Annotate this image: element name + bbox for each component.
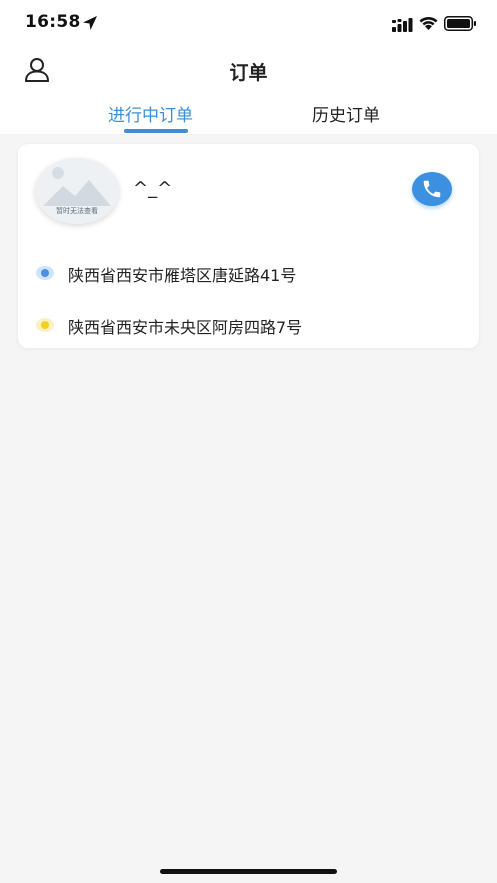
avatar-caption: 暂时无法查看: [56, 207, 98, 215]
phone-icon: [423, 180, 441, 198]
driver-name: ^_^: [133, 178, 173, 199]
active-tab-indicator: [124, 129, 188, 133]
wifi-icon: [419, 16, 438, 30]
status-bar: 16:58: [0, 0, 497, 48]
call-button[interactable]: [412, 172, 452, 206]
end-address-row: 陕西省西安市未央区阿房四路7号: [36, 314, 466, 337]
status-time: 16:58: [25, 12, 81, 32]
tab-in-progress[interactable]: 进行中订单: [108, 101, 193, 126]
signal-icon: [392, 18, 413, 32]
start-address-row: 陕西省西安市雁塔区唐延路41号: [36, 262, 466, 285]
end-point-icon: [36, 318, 54, 332]
start-point-icon: [36, 266, 54, 280]
page-title: 订单: [229, 62, 268, 84]
tab-history[interactable]: 历史订单: [312, 101, 380, 126]
start-address: 陕西省西安市雁塔区唐延路41号: [68, 266, 297, 285]
battery-icon: [444, 16, 476, 31]
home-indicator[interactable]: [160, 869, 337, 874]
avatar: 暂时无法查看: [35, 158, 119, 224]
end-address: 陕西省西安市未央区阿房四路7号: [68, 318, 303, 337]
location-arrow-icon: [83, 16, 97, 30]
order-card[interactable]: 暂时无法查看 ^_^ 陕西省西安市雁塔区唐延路41号 陕西省西安市未央区阿房四路…: [18, 144, 479, 348]
